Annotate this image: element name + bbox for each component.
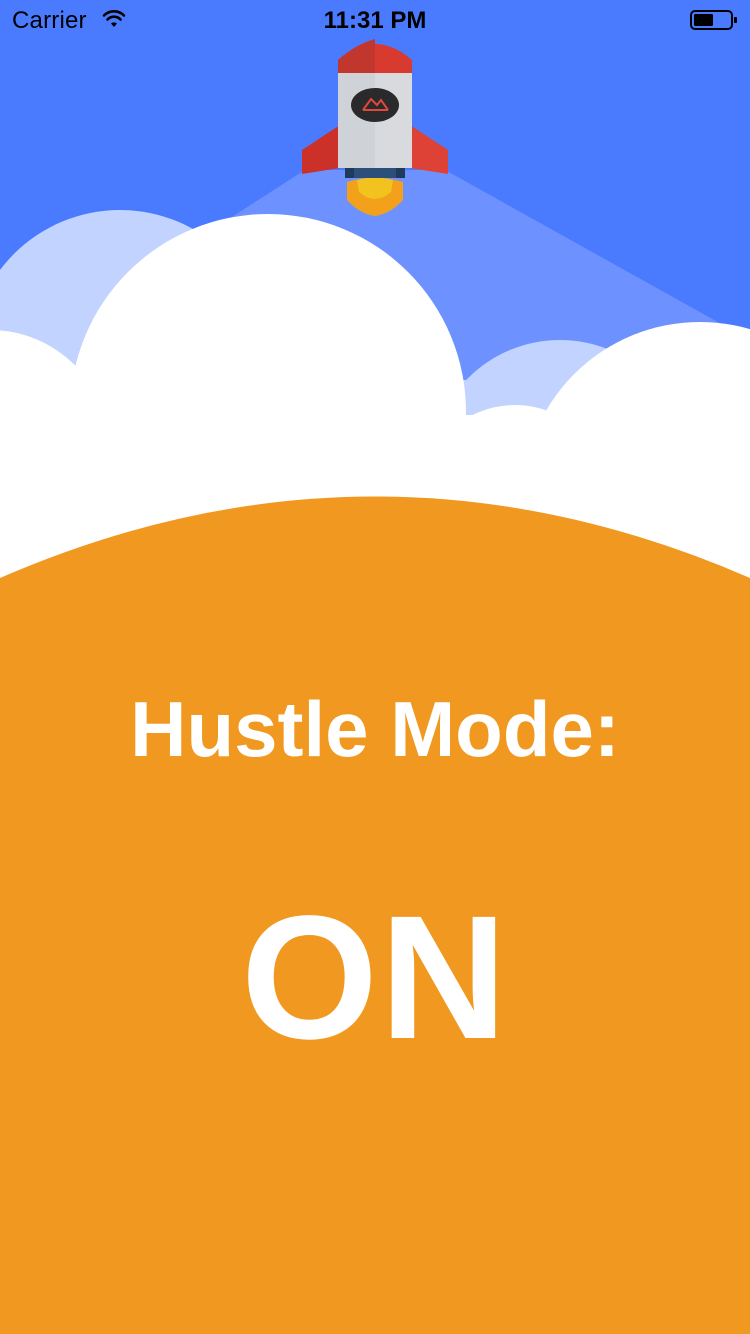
- status-bar: Carrier 11:31 PM: [0, 0, 750, 40]
- hustle-mode-state: ON: [241, 880, 509, 1076]
- battery-icon: [690, 10, 737, 30]
- hustle-mode-label: Hustle Mode:: [130, 685, 620, 773]
- background-illustration: [0, 0, 750, 1334]
- status-time: 11:31 PM: [323, 7, 427, 34]
